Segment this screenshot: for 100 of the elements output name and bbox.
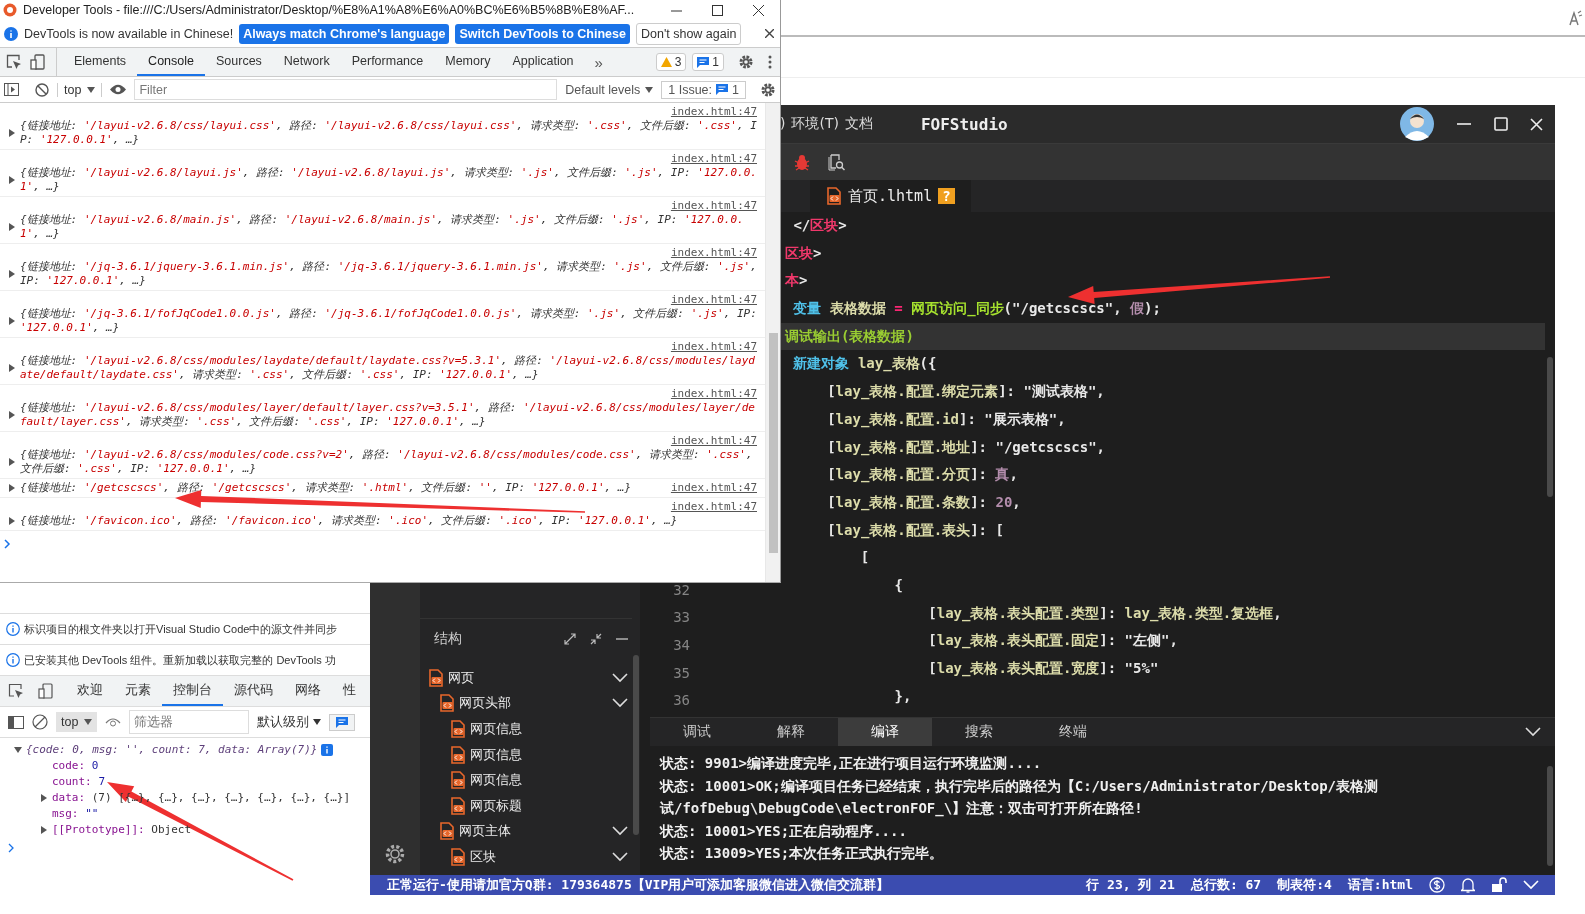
chevron-down-icon[interactable]	[612, 672, 628, 683]
tab[interactable]: Network	[272, 48, 341, 76]
source-link[interactable]: index.html:47	[670, 500, 757, 514]
source-link[interactable]: index.html:47	[670, 387, 757, 401]
tab[interactable]: Sources	[205, 48, 273, 76]
tab-size[interactable]: 制表符:4	[1277, 876, 1332, 894]
sidebar-icon[interactable]	[8, 715, 24, 729]
source-link[interactable]: index.html:47	[670, 340, 757, 354]
bell-icon[interactable]	[1461, 877, 1475, 893]
inspect-icon[interactable]	[8, 683, 24, 699]
dollar-icon[interactable]	[1429, 877, 1445, 893]
message-badge[interactable]: 1	[692, 53, 724, 71]
more-tabs[interactable]: »	[584, 48, 613, 76]
menu-item[interactable]: 环境(T)	[791, 115, 839, 133]
context-selector[interactable]: top	[56, 712, 98, 732]
editor-tab[interactable]: 首页.lhtml ?	[810, 180, 971, 212]
tree-item[interactable]: 网页	[448, 668, 608, 687]
source-link[interactable]: index.html:47	[670, 152, 757, 166]
bug-icon[interactable]	[794, 153, 810, 171]
tab[interactable]: 欢迎	[66, 676, 114, 706]
close-icon[interactable]	[765, 29, 774, 38]
more-options-icon[interactable]	[768, 55, 772, 69]
panel-tab[interactable]: 编译	[838, 718, 932, 746]
code-line: [lay_表格.表头配置.宽度]: "5%"	[928, 659, 1159, 679]
tree-item[interactable]: 网页信息	[470, 745, 628, 764]
infobar-button[interactable]: Don't show again	[635, 22, 742, 45]
context-selector[interactable]: top	[57, 82, 103, 97]
avatar[interactable]	[1400, 107, 1434, 141]
tab[interactable]: Application	[501, 48, 585, 76]
clear-console-icon[interactable]	[32, 714, 48, 730]
tab[interactable]: 元素	[114, 676, 162, 706]
filter-field[interactable]: 筛选器	[129, 710, 250, 734]
tab[interactable]: Console	[137, 48, 205, 76]
tree-item[interactable]: 网页主体	[459, 822, 608, 841]
search-document-icon[interactable]	[828, 153, 845, 171]
tab[interactable]: 网络	[284, 676, 332, 706]
device-toolbar-icon[interactable]	[38, 683, 54, 699]
panel-tab[interactable]: 解释	[744, 718, 838, 746]
infobar-button[interactable]: Switch DevTools to Chinese	[455, 23, 630, 44]
settings-icon[interactable]	[760, 81, 776, 98]
source-link[interactable]: index.html:47	[670, 199, 757, 213]
sidebar-icon[interactable]	[4, 83, 19, 96]
object-summary[interactable]: {code: 0, msg: '', count: 7, data: Array(7)}	[26, 742, 318, 758]
chevron-down-icon[interactable]	[612, 826, 628, 837]
tab[interactable]: 性	[332, 676, 367, 706]
log-levels-dropdown[interactable]: 默认级别	[257, 713, 322, 731]
html-file-icon	[450, 745, 466, 764]
source-link[interactable]: index.html:47	[670, 246, 757, 260]
dropdown-arrow-icon	[313, 718, 322, 726]
menu-item[interactable]: 文档	[844, 115, 873, 133]
tab[interactable]: 控制台	[162, 676, 223, 706]
chevron-down-icon[interactable]	[612, 698, 628, 709]
expand-icon[interactable]	[564, 633, 576, 645]
inspect-icon[interactable]	[6, 54, 22, 70]
scrollbar[interactable]	[765, 103, 780, 582]
eye-icon[interactable]	[110, 84, 127, 95]
close-icon[interactable]	[753, 4, 764, 16]
issues-button[interactable]	[329, 713, 356, 731]
chevron-down-icon[interactable]	[612, 851, 628, 862]
panel-tab[interactable]: 搜索	[932, 718, 1026, 746]
collapse-icon[interactable]	[590, 633, 602, 645]
log-message: {链接地址: '/favicon.ico', 路径: '/favicon.ico', 请求类型: '.ico', 文件后缀: '.ico', IP: '127.0.0.1', …}	[20, 514, 678, 528]
unlocked-icon[interactable]	[1491, 877, 1507, 893]
source-link[interactable]: index.html:47	[670, 105, 757, 119]
property-line[interactable]: [[Prototype]]: Object	[52, 822, 192, 838]
tree-item[interactable]: 区块	[470, 847, 608, 866]
settings-icon[interactable]	[384, 843, 406, 865]
expand-arrow-icon	[8, 223, 16, 231]
tree-item[interactable]: 网页信息	[470, 771, 628, 790]
issues-button[interactable]: 1 Issue: 1	[661, 80, 746, 99]
source-link[interactable]: index.html:47	[670, 481, 757, 495]
read-aloud-icon[interactable]	[1569, 9, 1583, 26]
tab[interactable]: Memory	[434, 48, 502, 76]
infobar-button[interactable]: Always match Chrome's language	[239, 23, 450, 44]
tree-item[interactable]: 网页信息	[470, 720, 628, 738]
message-icon	[336, 716, 349, 728]
status-message: 正常运行-使用请加官方Q群: 179364875【VIP用户可添加客服微信进入微信交流群】	[387, 876, 890, 894]
maximize-icon[interactable]	[712, 4, 723, 16]
panel-tab[interactable]: 调试	[650, 718, 744, 746]
language-mode[interactable]: 语言:html	[1347, 876, 1413, 894]
log-levels-dropdown[interactable]: Default levels	[565, 82, 654, 97]
filter-field[interactable]: Filter	[134, 79, 558, 100]
chevron-down-icon[interactable]	[1525, 727, 1541, 737]
code-line: [lay_表格.配置.分页]: 真,	[827, 465, 1018, 485]
cursor-position: 行 23, 列 21	[1086, 876, 1175, 894]
tab[interactable]: Elements	[63, 48, 138, 76]
tree-item[interactable]: 网页标题	[470, 796, 628, 815]
tab[interactable]: Performance	[340, 48, 435, 76]
source-link[interactable]: index.html:47	[670, 434, 757, 448]
tree-item[interactable]: 网页头部	[459, 694, 608, 713]
menu-item[interactable]: )	[780, 115, 786, 133]
clear-console-icon[interactable]	[35, 82, 49, 97]
eye-icon[interactable]	[105, 716, 122, 728]
device-toolbar-icon[interactable]	[30, 54, 46, 70]
warning-badge[interactable]: 3	[655, 53, 687, 71]
expand-arrow-icon	[8, 270, 16, 278]
source-link[interactable]: index.html:47	[670, 293, 757, 307]
settings-icon[interactable]	[738, 54, 754, 70]
panel-tab[interactable]: 终端	[1026, 718, 1120, 746]
tab[interactable]: 源代码	[223, 676, 284, 706]
